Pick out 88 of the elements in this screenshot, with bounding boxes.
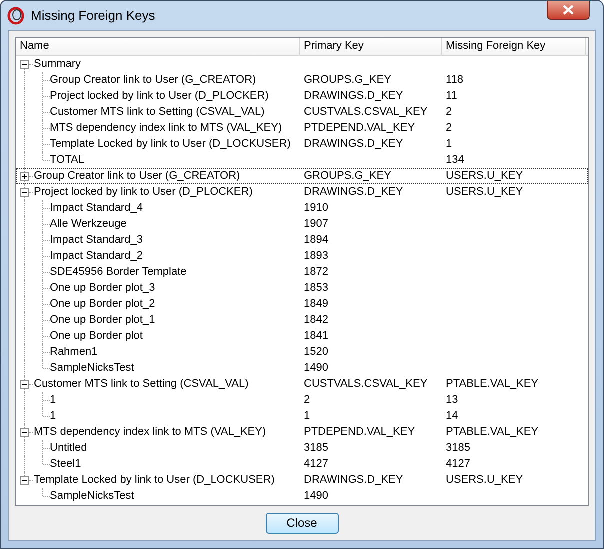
primary-key-cell: 4127 bbox=[304, 458, 328, 470]
primary-key-cell: PTDEPEND.VAL_KEY bbox=[304, 122, 416, 134]
primary-key-cell: 1907 bbox=[304, 218, 328, 230]
missing-key-cell: 134 bbox=[446, 154, 464, 166]
name-cell: One up Border plot bbox=[50, 330, 143, 342]
expand-toggle[interactable] bbox=[20, 428, 29, 436]
primary-key-cell: CUSTVALS.CSVAL_KEY bbox=[304, 106, 428, 118]
column-header[interactable]: Missing Foreign Key bbox=[442, 38, 586, 55]
primary-key-cell: 1 bbox=[304, 410, 310, 422]
missing-key-cell: PTABLE.VAL_KEY bbox=[446, 378, 539, 390]
tree-row[interactable]: Group Creator link to User (G_CREATOR) GROUPS.G_KEY USERS.U_KEY bbox=[16, 168, 588, 184]
window-title: Missing Foreign Keys bbox=[31, 6, 156, 25]
primary-key-cell: DRAWINGS.D_KEY bbox=[304, 90, 404, 102]
name-cell-text: Group Creator link to User (G_CREATOR) bbox=[34, 168, 240, 184]
name-cell: 1 bbox=[50, 394, 56, 406]
primary-key-cell: GROUPS.G_KEY bbox=[304, 170, 392, 182]
primary-key-cell: 1910 bbox=[304, 202, 328, 214]
expand-toggle[interactable] bbox=[20, 60, 29, 68]
name-cell: Impact Standard_3 bbox=[50, 234, 143, 246]
primary-key-cell: DRAWINGS.D_KEY bbox=[304, 186, 404, 198]
name-cell: Project locked by link to User (D_PLOCKER) bbox=[50, 90, 269, 102]
name-cell: Customer MTS link to Setting (CSVAL_VAL) bbox=[50, 106, 265, 118]
primary-key-cell: 2 bbox=[304, 394, 310, 406]
primary-key-cell: 1841 bbox=[304, 330, 328, 342]
tree-row[interactable]: Customer MTS link to Setting (CSVAL_VAL) CUSTVALS.CSVAL_KEY PTABLE.VAL_KEY bbox=[16, 376, 588, 392]
missing-key-cell: 13 bbox=[446, 394, 458, 406]
primary-key-cell: 1893 bbox=[304, 250, 328, 262]
missing-key-cell: 118 bbox=[446, 74, 464, 86]
primary-key-cell: DRAWINGS.D_KEY bbox=[304, 474, 404, 486]
name-cell-text: Template Locked by link to User (D_LOCKUSER) bbox=[34, 472, 275, 488]
expand-toggle[interactable] bbox=[20, 172, 29, 180]
tree-row[interactable]: MTS dependency index link to MTS (VAL_KEY) PTDEPEND.VAL_KEY PTABLE.VAL_KEY bbox=[16, 424, 588, 440]
expand-toggle[interactable] bbox=[20, 476, 29, 484]
name-cell: Template Locked by link to User (D_LOCKUSER) bbox=[50, 138, 291, 150]
name-cell: Group Creator link to User (G_CREATOR) bbox=[50, 74, 256, 86]
expand-toggle[interactable] bbox=[20, 380, 29, 388]
name-cell-text: Project locked by link to User (D_PLOCKER) bbox=[34, 184, 253, 200]
missing-key-cell: 3185 bbox=[446, 442, 470, 454]
primary-key-cell: 1849 bbox=[304, 298, 328, 310]
missing-key-cell: 2 bbox=[446, 122, 452, 134]
primary-key-cell: DRAWINGS.D_KEY bbox=[304, 138, 404, 150]
missing-key-cell: USERS.U_KEY bbox=[446, 474, 524, 486]
primary-key-cell: 1490 bbox=[304, 490, 328, 502]
primary-key-cell: 1490 bbox=[304, 362, 328, 374]
primary-key-cell: 1872 bbox=[304, 266, 328, 278]
name-cell-text: MTS dependency index link to MTS (VAL_KEY) bbox=[34, 424, 266, 440]
tree-row[interactable]: Summary bbox=[16, 56, 588, 72]
name-cell: Impact Standard_2 bbox=[50, 250, 143, 262]
name-cell: Steel1 bbox=[50, 458, 82, 470]
name-cell: One up Border plot_1 bbox=[50, 314, 156, 326]
name-cell: One up Border plot_2 bbox=[50, 298, 156, 310]
column-header[interactable]: Primary Key bbox=[300, 38, 442, 55]
column-header[interactable]: Name bbox=[16, 38, 300, 55]
close-button[interactable]: Close bbox=[266, 512, 338, 534]
name-cell: One up Border plot_3 bbox=[50, 282, 156, 294]
close-icon[interactable] bbox=[547, 1, 590, 20]
name-cell: MTS dependency index link to MTS (VAL_KEY) bbox=[50, 122, 282, 134]
missing-key-cell: USERS.U_KEY bbox=[446, 186, 524, 198]
missing-key-cell: 4127 bbox=[446, 458, 470, 470]
missing-key-cell: 14 bbox=[446, 410, 458, 422]
primary-key-cell: CUSTVALS.CSVAL_KEY bbox=[304, 378, 428, 390]
missing-key-cell: 1 bbox=[446, 138, 452, 150]
primary-key-cell: GROUPS.G_KEY bbox=[304, 74, 392, 86]
name-cell: Impact Standard_4 bbox=[50, 202, 143, 214]
primary-key-cell: 1894 bbox=[304, 234, 328, 246]
tree-row[interactable]: Project locked by link to User (D_PLOCKER) DRAWINGS.D_KEY USERS.U_KEY bbox=[16, 184, 588, 200]
tree-row[interactable]: Template Locked by link to User (D_LOCKUSER) DRAWINGS.D_KEY USERS.U_KEY bbox=[16, 472, 588, 488]
name-cell: TOTAL bbox=[50, 154, 84, 166]
name-cell-text: Summary bbox=[34, 56, 82, 72]
primary-key-cell: PTDEPEND.VAL_KEY bbox=[304, 426, 416, 438]
name-cell: Rahmen1 bbox=[50, 346, 98, 358]
primary-key-cell: 3185 bbox=[304, 442, 328, 454]
name-cell: SDE45956 Border Template bbox=[50, 266, 187, 278]
name-cell-text: Customer MTS link to Setting (CSVAL_VAL) bbox=[34, 376, 249, 392]
primary-key-cell: 1842 bbox=[304, 314, 328, 326]
name-cell: Alle Werkzeuge bbox=[50, 218, 127, 230]
primary-key-cell: 1520 bbox=[304, 346, 328, 358]
name-cell: 1 bbox=[50, 410, 56, 422]
missing-key-cell: 2 bbox=[446, 106, 452, 118]
expand-toggle[interactable] bbox=[20, 188, 29, 196]
missing-key-cell: PTABLE.VAL_KEY bbox=[446, 426, 539, 438]
name-cell: SampleNicksTest bbox=[50, 362, 134, 374]
missing-key-cell: 11 bbox=[446, 90, 458, 102]
name-cell: Untitled bbox=[50, 442, 88, 454]
app-logo-icon bbox=[7, 6, 25, 24]
primary-key-cell: 1853 bbox=[304, 282, 328, 294]
missing-key-cell: USERS.U_KEY bbox=[446, 170, 524, 182]
name-cell: SampleNicksTest bbox=[50, 490, 134, 502]
